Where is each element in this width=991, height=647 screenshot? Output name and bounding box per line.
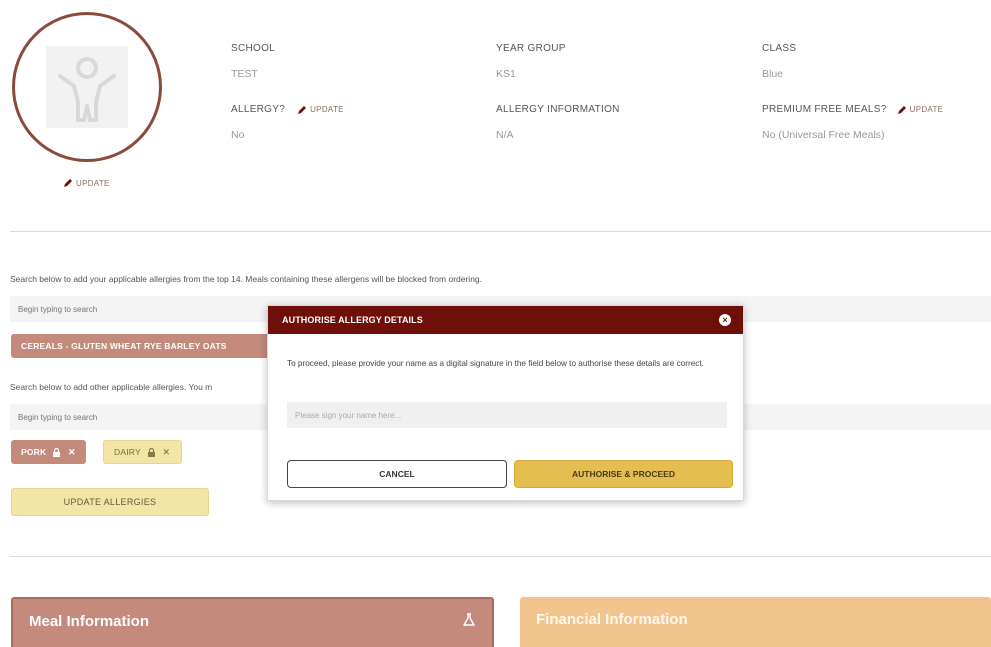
allergen-tag-cereals[interactable]: CEREALS - GLUTEN WHEAT RYE BARLEY OATS xyxy=(11,334,273,358)
profile-avatar xyxy=(12,12,162,162)
modal-message: To proceed, please provide your name as … xyxy=(287,359,704,368)
allergy-update-link[interactable]: UPDATE xyxy=(297,105,344,115)
other-helper-text: Search below to add other applicable all… xyxy=(10,382,213,392)
class-value: Blue xyxy=(762,68,784,80)
child-icon xyxy=(46,46,128,128)
year-group-value: KS1 xyxy=(496,68,516,80)
avatar-update-label: UPDATE xyxy=(76,178,110,188)
allergen-tag-label: CEREALS - GLUTEN WHEAT RYE BARLEY OATS xyxy=(21,341,227,351)
allergy-information-value: N/A xyxy=(496,129,514,141)
remove-icon[interactable]: ✕ xyxy=(162,447,171,457)
class-label-text: CLASS xyxy=(762,43,797,54)
lock-icon xyxy=(52,447,61,457)
premium-free-meals-label: PREMIUM FREE MEALS? UPDATE xyxy=(762,104,943,115)
allergen-tag-pork[interactable]: PORK ✕ xyxy=(11,440,87,464)
school-value: TEST xyxy=(231,68,258,80)
financial-information-card[interactable]: Financial Information xyxy=(520,597,991,647)
school-label-text: SCHOOL xyxy=(231,43,276,54)
allergen-tag-label: PORK xyxy=(21,447,47,457)
close-icon[interactable]: × xyxy=(719,314,731,326)
allergy-update-label: UPDATE xyxy=(310,105,344,114)
premium-free-meals-update-link[interactable]: UPDATE xyxy=(897,105,944,115)
year-group-label-text: YEAR GROUP xyxy=(496,43,566,54)
authorise-allergy-modal: AUTHORISE ALLERGY DETAILS × To proceed, … xyxy=(267,305,744,501)
school-label: SCHOOL xyxy=(231,43,275,54)
premium-free-meals-value: No (Universal Free Meals) xyxy=(762,129,885,141)
modal-header: AUTHORISE ALLERGY DETAILS × xyxy=(268,306,743,334)
signature-input[interactable] xyxy=(287,402,727,428)
authorise-proceed-button[interactable]: AUTHORISE & PROCEED xyxy=(514,460,733,488)
allergy-information-label-text: ALLERGY INFORMATION xyxy=(496,104,620,115)
allergy-value: No xyxy=(231,129,245,141)
premium-free-meals-label-text: PREMIUM FREE MEALS? xyxy=(762,104,887,115)
lock-icon xyxy=(147,447,156,457)
year-group-label: YEAR GROUP xyxy=(496,43,566,54)
allergen-tag-dairy[interactable]: DAIRY ✕ xyxy=(103,440,182,464)
section-divider xyxy=(10,231,991,232)
meal-information-title: Meal Information xyxy=(29,613,150,630)
financial-information-title: Financial Information xyxy=(536,611,688,628)
allergen-tag-label: DAIRY xyxy=(114,447,141,457)
pencil-icon xyxy=(64,179,72,187)
pencil-icon xyxy=(897,105,906,114)
allergy-information-label: ALLERGY INFORMATION xyxy=(496,104,620,115)
modal-title: AUTHORISE ALLERGY DETAILS xyxy=(282,315,423,325)
pencil-icon xyxy=(298,105,307,114)
meal-information-card[interactable]: Meal Information xyxy=(11,597,494,647)
remove-icon[interactable]: ✕ xyxy=(67,447,76,457)
section-divider xyxy=(10,556,991,557)
class-label: CLASS xyxy=(762,43,796,54)
avatar-update-link[interactable]: UPDATE xyxy=(63,178,110,188)
cancel-button[interactable]: CANCEL xyxy=(287,460,507,488)
update-allergies-button[interactable]: UPDATE ALLERGIES xyxy=(11,488,209,516)
top14-helper-text: Search below to add your applicable alle… xyxy=(10,274,483,284)
flask-icon xyxy=(462,613,476,633)
allergy-label: ALLERGY? UPDATE xyxy=(231,104,344,115)
allergy-label-text: ALLERGY? xyxy=(231,104,286,115)
premium-free-meals-update-label: UPDATE xyxy=(909,105,944,114)
